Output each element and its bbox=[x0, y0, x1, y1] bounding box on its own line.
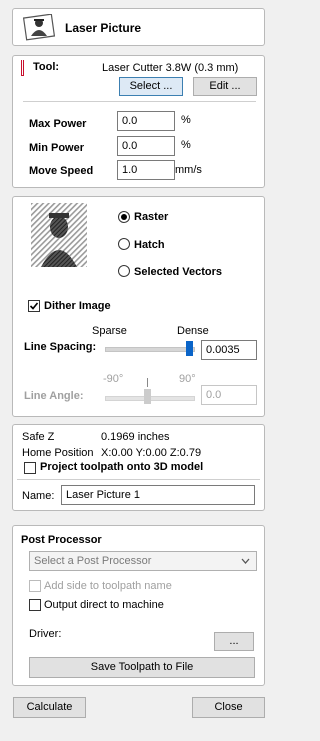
post-processor-panel: Post Processor Select a Post Processor A… bbox=[12, 525, 265, 686]
line-angle-label: Line Angle: bbox=[24, 390, 84, 402]
safe-z-value: 0.1969 inches bbox=[101, 431, 170, 443]
checkmark-icon bbox=[29, 302, 39, 310]
min-power-input[interactable]: 0.0 bbox=[117, 136, 175, 156]
add-side-label[interactable]: Add side to toolpath name bbox=[44, 580, 172, 592]
angle-tick bbox=[147, 378, 148, 387]
position-panel: Safe Z 0.1969 inches Home Position X:0.0… bbox=[12, 424, 265, 511]
add-side-checkbox[interactable] bbox=[29, 580, 41, 592]
hatched-portrait-icon bbox=[31, 203, 87, 267]
move-speed-unit: mm/s bbox=[175, 164, 202, 176]
select-tool-button[interactable]: Select ... bbox=[119, 77, 183, 96]
home-position-label: Home Position bbox=[22, 447, 94, 459]
min-power-label: Min Power bbox=[29, 142, 85, 154]
driver-label: Driver: bbox=[29, 628, 62, 640]
divider bbox=[17, 479, 260, 480]
project-3d-label[interactable]: Project toolpath onto 3D model bbox=[40, 461, 203, 473]
line-angle-input[interactable]: 0.0 bbox=[201, 385, 257, 405]
tool-panel: Tool: Laser Cutter 3.8W (0.3 mm) Select … bbox=[12, 55, 265, 188]
selected-vectors-radio[interactable] bbox=[118, 265, 130, 277]
close-button[interactable]: Close bbox=[192, 697, 265, 718]
max-power-input[interactable]: 0.0 bbox=[117, 111, 175, 131]
project-3d-checkbox[interactable] bbox=[24, 462, 36, 474]
output-direct-label[interactable]: Output direct to machine bbox=[44, 599, 164, 611]
laser-picture-icon bbox=[23, 14, 56, 41]
dither-image-checkbox[interactable] bbox=[28, 300, 40, 312]
dropdown-value: Select a Post Processor bbox=[34, 555, 152, 567]
min-power-unit: % bbox=[181, 139, 191, 151]
raster-label[interactable]: Raster bbox=[134, 211, 168, 223]
output-direct-checkbox[interactable] bbox=[29, 599, 41, 611]
driver-browse-button[interactable]: ... bbox=[214, 632, 254, 651]
toolpath-name-input[interactable]: Laser Picture 1 bbox=[61, 485, 255, 505]
hatch-radio[interactable] bbox=[118, 238, 130, 250]
tool-label: Tool: bbox=[33, 61, 60, 73]
selected-vectors-label[interactable]: Selected Vectors bbox=[134, 266, 222, 278]
line-spacing-slider-thumb[interactable] bbox=[186, 341, 193, 356]
line-spacing-label: Line Spacing: bbox=[24, 341, 97, 353]
move-speed-input[interactable]: 1.0 bbox=[117, 160, 175, 180]
page-title: Laser Picture bbox=[65, 21, 142, 35]
hatch-label[interactable]: Hatch bbox=[134, 239, 165, 251]
dither-image-label[interactable]: Dither Image bbox=[44, 300, 111, 312]
dense-label: Dense bbox=[177, 325, 209, 337]
line-spacing-input[interactable]: 0.0035 bbox=[201, 340, 257, 360]
home-position-value: X:0.00 Y:0.00 Z:0.79 bbox=[101, 447, 202, 459]
name-label: Name: bbox=[22, 490, 55, 502]
calculate-button[interactable]: Calculate bbox=[13, 697, 86, 718]
save-toolpath-button[interactable]: Save Toolpath to File bbox=[29, 657, 255, 678]
angle-min-label: -90° bbox=[103, 373, 124, 385]
post-processor-title: Post Processor bbox=[21, 534, 102, 546]
divider bbox=[23, 101, 256, 102]
sparse-label: Sparse bbox=[92, 325, 127, 337]
angle-max-label: 90° bbox=[179, 373, 196, 385]
safe-z-label: Safe Z bbox=[22, 431, 55, 443]
mode-panel: Raster Hatch Selected Vectors Dither Ima… bbox=[12, 196, 265, 417]
tool-marker-icon bbox=[21, 60, 24, 76]
chevron-down-icon bbox=[241, 558, 250, 564]
line-spacing-slider-track[interactable] bbox=[105, 347, 195, 352]
header-panel: Laser Picture bbox=[12, 8, 265, 46]
max-power-unit: % bbox=[181, 114, 191, 126]
max-power-label: Max Power bbox=[29, 118, 87, 130]
edit-tool-button[interactable]: Edit ... bbox=[193, 77, 257, 96]
raster-radio[interactable] bbox=[118, 211, 130, 223]
move-speed-label: Move Speed bbox=[29, 165, 94, 177]
post-processor-dropdown[interactable]: Select a Post Processor bbox=[29, 551, 257, 571]
line-angle-slider-thumb[interactable] bbox=[144, 389, 151, 404]
tool-name: Laser Cutter 3.8W (0.3 mm) bbox=[102, 62, 239, 74]
